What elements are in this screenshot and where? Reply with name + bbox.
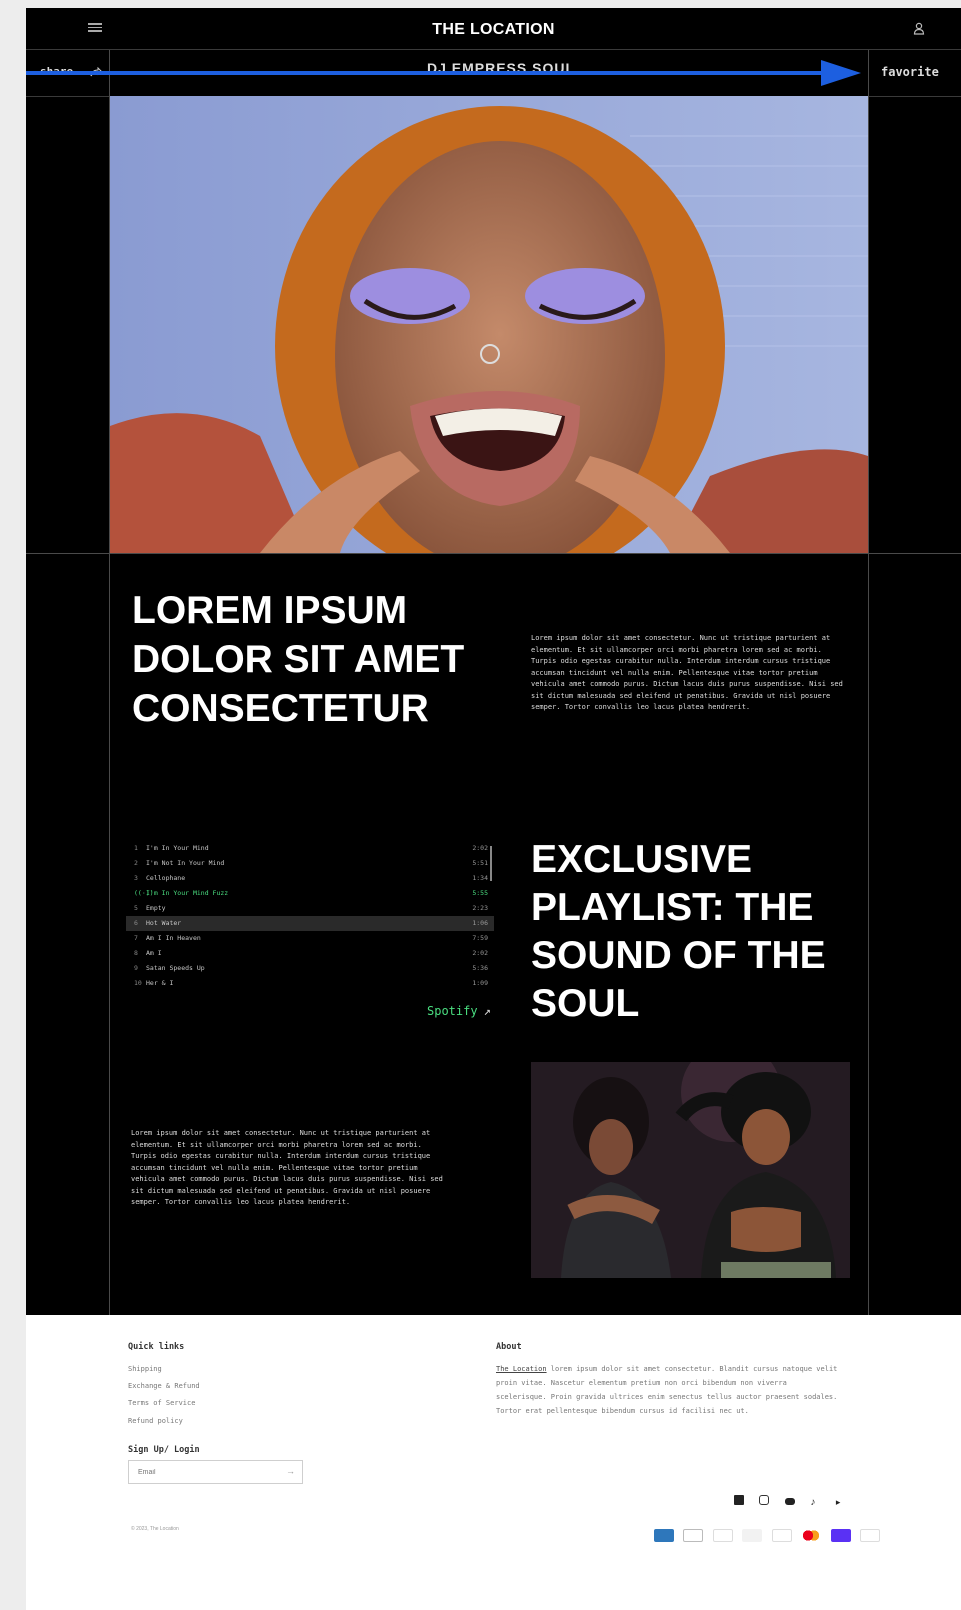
visa-icon (860, 1529, 881, 1543)
quick-links-heading: Quick links (128, 1342, 185, 1352)
playlist-title: EXCLUSIVE PLAYLIST: THE SOUND OF THE SOU… (531, 838, 826, 1025)
about-text: The Location lorem ipsum dolor sit amet … (496, 1362, 841, 1418)
main-headline: LOREM IPSUM DOLOR SIT AMET CONSECTETUR (132, 589, 465, 730)
account-icon[interactable] (913, 22, 925, 35)
footer-link-shipping[interactable]: Shipping (128, 1365, 162, 1373)
track-row[interactable]: ((·)) I'm In Your Mind Fuzz 5:55 (126, 886, 494, 901)
track-number: 6 (134, 919, 138, 927)
site-brand[interactable]: THE LOCATION (26, 21, 961, 39)
diners-icon (712, 1529, 733, 1543)
track-duration: 1:06 (472, 919, 488, 927)
email-field[interactable]: → (128, 1460, 303, 1484)
page-frame: THE LOCATION share DJ EMPRESS SOUL favor… (26, 8, 961, 1610)
track-duration: 7:59 (472, 934, 488, 942)
payment-methods (654, 1527, 885, 1545)
track-number: ((·)) (134, 889, 154, 897)
dancers-photo (531, 1062, 850, 1278)
track-row[interactable]: 8 Am I 2:02 (126, 946, 494, 961)
grid-line (868, 50, 869, 1320)
track-number: 2 (134, 859, 138, 867)
google-pay-icon (771, 1529, 792, 1543)
track-row[interactable]: 6 Hot Water 1:06 (126, 916, 494, 931)
about-heading: About (496, 1342, 522, 1352)
email-input[interactable] (129, 1461, 269, 1484)
track-title: Hot Water (146, 919, 182, 927)
track-title: Am I In Heaven (146, 934, 201, 942)
track-title: I'm In Your Mind Fuzz (146, 889, 229, 897)
hero-image (110, 96, 868, 553)
track-row[interactable]: 1 I'm In Your Mind 2:02 (126, 841, 494, 856)
track-title: Satan Speeds Up (146, 964, 205, 972)
footer-link-terms[interactable]: Terms of Service (128, 1399, 195, 1407)
track-number: 1 (134, 844, 138, 852)
twitter-icon[interactable]: ▸ (836, 1497, 846, 1507)
shop-pay-icon (830, 1529, 851, 1543)
track-row[interactable]: 10 Her & I 1:09 (126, 976, 494, 991)
track-title: I'm In Your Mind (146, 844, 209, 852)
discover-icon (742, 1529, 763, 1543)
mastercard-icon (801, 1529, 822, 1543)
spotify-link[interactable]: Spotify ↗ (427, 1004, 491, 1018)
track-row[interactable]: 2 I'm Not In Your Mind 5:51 (126, 856, 494, 871)
track-duration: 2:23 (472, 904, 488, 912)
footer-link-exchange[interactable]: Exchange & Refund (128, 1382, 200, 1390)
track-duration: 2:02 (472, 949, 488, 957)
tracklist-scrollbar[interactable] (490, 846, 492, 881)
sub-bar: share DJ EMPRESS SOUL favorite (26, 50, 961, 97)
signup-heading: Sign Up/ Login (128, 1445, 200, 1455)
share-button[interactable]: share (40, 65, 102, 78)
copyright: © 2023, The Location (131, 1526, 179, 1532)
intro-text: Lorem ipsum dolor sit amet consectetur. … (531, 634, 843, 711)
track-number: 9 (134, 964, 138, 972)
tiktok-icon[interactable]: ♪ (810, 1498, 820, 1508)
track-duration: 5:51 (472, 859, 488, 867)
youtube-icon[interactable] (784, 1498, 795, 1505)
track-title: Empty (146, 904, 166, 912)
track-row[interactable]: 5 Empty 2:23 (126, 901, 494, 916)
spotify-label: Spotify (427, 1004, 478, 1018)
track-number: 7 (134, 934, 138, 942)
apple-pay-icon (683, 1529, 704, 1543)
body-text: Lorem ipsum dolor sit amet consectetur. … (131, 1129, 443, 1206)
track-duration: 1:34 (472, 874, 488, 882)
facebook-icon[interactable] (734, 1495, 744, 1505)
track-number: 5 (134, 904, 138, 912)
external-link-icon: ↗ (483, 1004, 491, 1018)
track-duration: 2:02 (472, 844, 488, 852)
amex-icon (654, 1529, 674, 1543)
instagram-icon[interactable] (759, 1495, 770, 1505)
track-title: Cellophane (146, 874, 186, 882)
top-bar: THE LOCATION (26, 8, 961, 50)
track-title: Her & I (146, 979, 174, 987)
footer-link-refund[interactable]: Refund policy (128, 1417, 183, 1425)
about-body: lorem ipsum dolor sit amet consectetur. … (496, 1365, 838, 1415)
track-title: I'm Not In Your Mind (146, 859, 225, 867)
grid-line (26, 553, 961, 554)
track-number: 3 (134, 874, 138, 882)
submit-arrow-icon[interactable]: → (286, 1466, 295, 1476)
playlist-tracklist: 1 I'm In Your Mind 2:02 2 I'm Not In Your Mi… (126, 841, 494, 991)
favorite-button[interactable]: favorite (881, 65, 939, 79)
social-links: ♪ ▸ (734, 1492, 857, 1510)
track-duration: 5:36 (472, 964, 488, 972)
page-title: DJ EMPRESS SOUL (426, 60, 576, 76)
track-row[interactable]: 9 Satan Speeds Up 5:36 (126, 961, 494, 976)
track-number: 10 (134, 979, 142, 987)
track-title: Am I (146, 949, 162, 957)
share-icon (90, 67, 102, 77)
track-number: 8 (134, 949, 138, 957)
track-duration: 1:09 (472, 979, 488, 987)
track-row[interactable]: 3 Cellophane 1:34 (126, 871, 494, 886)
track-duration: 5:55 (472, 889, 488, 897)
share-label: share (40, 65, 74, 78)
site-footer: Quick links Shipping Exchange & Refund T… (26, 1315, 961, 1610)
track-row[interactable]: 7 Am I In Heaven 7:59 (126, 931, 494, 946)
about-link[interactable]: The Location (496, 1365, 547, 1373)
